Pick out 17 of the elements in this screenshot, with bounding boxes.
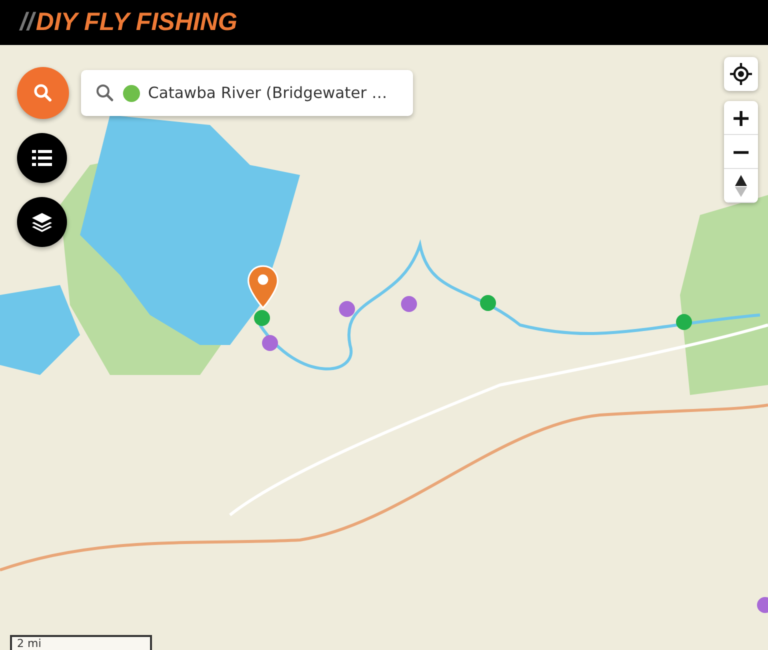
status-dot — [123, 84, 140, 102]
layers-icon — [31, 211, 53, 233]
search-icon — [95, 83, 115, 103]
zoom-in-button[interactable]: + — [724, 101, 758, 135]
scale-bar: 2 mi — [10, 635, 152, 650]
search-icon — [33, 83, 53, 103]
compass-icon — [734, 174, 748, 198]
compass-button[interactable] — [724, 169, 758, 203]
logo-slashes: // — [20, 8, 34, 37]
locate-button[interactable] — [724, 57, 758, 91]
zoom-out-button[interactable]: − — [724, 135, 758, 169]
search-value: Catawba River (Bridgewater … — [148, 84, 388, 102]
list-icon — [32, 149, 52, 167]
logo-title: DIY FLY FISHING — [36, 8, 238, 37]
search-field[interactable]: Catawba River (Bridgewater … — [81, 70, 413, 116]
locate-icon — [730, 63, 752, 85]
location-marker-icon[interactable] — [247, 265, 279, 309]
